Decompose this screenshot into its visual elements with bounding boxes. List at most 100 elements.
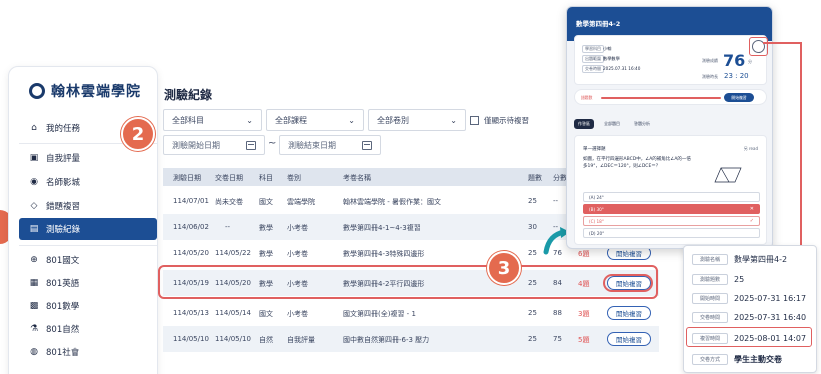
calendar-icon[interactable] [362, 140, 372, 150]
record-icon: ▤ [29, 224, 39, 234]
question-card: 單一選擇題 另 read 如圖，在平行四邊形ABCD中，∠A的補角比∠A的一倍多… [574, 135, 767, 245]
cell-score: -- [553, 197, 559, 205]
option-d[interactable]: (D) 20° [583, 228, 760, 238]
cell-type: 小考卷 [287, 310, 308, 318]
calendar-icon[interactable] [246, 140, 256, 150]
cell-wrong-count: 5題 [578, 336, 590, 344]
table-header: 測驗日期 交卷日期 科目 卷別 考卷名稱 題數 分數 [163, 168, 573, 186]
globe-icon: ◍ [30, 347, 38, 357]
table-row[interactable]: 114/05/10 114/05/10 自然 自我評量 國中數自然第四冊-6-3… [163, 326, 659, 352]
cell-type: 自我評量 [287, 336, 315, 344]
question-read-link[interactable]: 另 read [744, 146, 758, 152]
sidebar-item-label: 自我評量 [46, 154, 81, 164]
sidebar-item-science[interactable]: ⚗ 801自然 [19, 318, 157, 340]
sidebar-item-label: 測驗紀錄 [46, 225, 81, 235]
option-label: (B) 30° [589, 206, 604, 212]
column-header: 科目 [259, 174, 273, 182]
start-review-button[interactable]: 開始複習 [607, 306, 651, 320]
test-info-popup: 測驗名稱 數學第四冊4-2 測驗題數 25 開始時間 2025-07-31 16… [683, 245, 817, 373]
column-header: 題數 [528, 174, 542, 182]
book-open-icon: ▦ [29, 278, 39, 288]
option-b[interactable]: (B) 30° ✕ [583, 204, 760, 214]
end-date-input[interactable]: 測驗結束日期 [279, 135, 381, 155]
cell-score: 88 [553, 309, 562, 317]
start-review-button[interactable]: 開始複習 [607, 332, 651, 346]
score-value: 76 [723, 51, 746, 70]
popup-value: 2025-07-31 16:40 [734, 312, 807, 322]
table-row[interactable]: 114/06/02 -- 數學 小考卷 數學第四冊4-1~4-3複習 30 -- [163, 214, 573, 240]
duration-value: 23 : 20 [724, 72, 749, 80]
cell-subject: 數學 [259, 224, 273, 232]
column-header: 交卷日期 [215, 174, 243, 182]
brand[interactable]: 翰林雲端學院 [29, 81, 141, 101]
start-date-placeholder: 測驗開始日期 [172, 140, 220, 150]
sidebar-item-math[interactable]: ▩ 801數學 [19, 295, 157, 317]
cell-submit-date: 114/05/14 [215, 309, 251, 317]
tab-answer-area[interactable]: 作答區 [574, 119, 594, 129]
column-header: 分數 [553, 174, 567, 182]
cell-wrong-count: 3題 [578, 310, 590, 318]
popup-label: 開始時間 [692, 292, 728, 304]
cell-submit-date: -- [225, 223, 231, 231]
popup-label: 交卷時間 [692, 311, 728, 323]
clock-highlight [749, 37, 768, 56]
row-highlight [158, 265, 658, 299]
cell-test-date: 114/05/10 [173, 335, 209, 343]
volume-select-value: 全部卷別 [377, 115, 409, 125]
cell-count: 25 [528, 309, 537, 317]
table-row[interactable]: 114/05/13 114/05/14 國文 小考卷 國文第四冊(全)複習 - … [163, 300, 659, 326]
cell-name: 數學第四冊4-3特殊四邊形 [343, 250, 425, 258]
sidebar-item-label: 801自然 [46, 325, 80, 335]
popup-label: 測驗名稱 [692, 253, 728, 265]
connector-line [800, 42, 802, 267]
sidebar-item-label: 801國文 [46, 256, 80, 266]
cell-score: 75 [553, 335, 562, 343]
cell-count: 25 [528, 335, 537, 343]
sidebar-item-label: 名師影城 [46, 178, 81, 188]
cell-submit-date: 尚未交卷 [215, 198, 243, 206]
question-text: 如圖，在平行四邊形ABCD中，∠A的補角比∠A的一倍多19°，∠DEC＝120°… [583, 157, 691, 169]
button-highlight [603, 274, 653, 292]
sidebar-item-test-records[interactable]: ▤ 測驗紀錄 [19, 218, 157, 240]
option-label: (A) 24° [589, 194, 604, 200]
cell-test-date: 114/05/20 [173, 249, 209, 257]
end-date-placeholder: 測驗結束日期 [288, 140, 336, 150]
pending-only-checkbox[interactable] [470, 116, 479, 125]
cell-submit-date: 114/05/10 [215, 335, 251, 343]
sidebar-item-chinese[interactable]: ⊕ 801國文 [19, 249, 157, 271]
review-time-highlight [686, 327, 812, 347]
info-label: 出題範圍 [582, 55, 604, 63]
sidebar-item-label: 801社會 [46, 348, 80, 358]
sidebar-item-english[interactable]: ▦ 801英語 [19, 272, 157, 294]
tab-all-questions[interactable]: 全部題目 [600, 119, 624, 129]
panel-title: 數學第四冊4-2 [576, 20, 621, 28]
course-select-value: 全部課程 [275, 115, 307, 125]
parallelogram-figure [714, 167, 742, 183]
popup-label: 測驗題數 [692, 273, 728, 285]
subject-select[interactable]: 全部科目 ⌄ [163, 109, 262, 131]
cell-type: 小考卷 [287, 250, 308, 258]
play-icon: ◉ [30, 177, 38, 187]
option-label: (C) 18° [589, 218, 604, 224]
pending-only-toggle[interactable]: 僅顯示待複習 [470, 115, 529, 126]
step-badge: 3 [487, 251, 521, 285]
sidebar-item-social[interactable]: ◍ 801社會 [19, 341, 157, 363]
course-select[interactable]: 全部課程 ⌄ [266, 109, 364, 131]
cell-wrong-count: 6題 [578, 250, 590, 258]
tab-analysis[interactable]: 答題分析 [630, 119, 654, 129]
progress-label: 錯題數 [581, 95, 593, 100]
option-a[interactable]: (A) 24° [583, 192, 760, 202]
sidebar-item-wrong-review[interactable]: ◇ 錯題複習 [19, 195, 157, 217]
sidebar-item-label: 801英語 [46, 279, 80, 289]
tag-icon: ◇ [30, 201, 38, 211]
home-icon: ⌂ [31, 123, 37, 133]
option-c[interactable]: (C) 18° ✓ [583, 216, 760, 226]
grid-icon: ▩ [29, 301, 39, 311]
cell-test-date: 114/05/13 [173, 309, 209, 317]
popup-row: 測驗題數 25 [692, 270, 812, 288]
sidebar-item-videos[interactable]: ◉ 名師影城 [19, 171, 157, 193]
volume-select[interactable]: 全部卷別 ⌄ [368, 109, 466, 131]
cell-name: 國中數自然第四冊-6-3 壓力 [343, 336, 430, 344]
panel-start-review-button[interactable]: 開始複習 [724, 93, 754, 102]
start-date-input[interactable]: 測驗開始日期 [163, 135, 265, 155]
